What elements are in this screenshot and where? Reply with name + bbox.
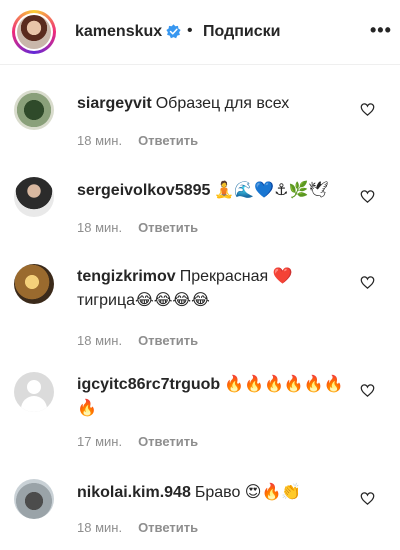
following-button[interactable]: Подписки	[203, 23, 280, 41]
post-header: kamenskux • Подписки •••	[0, 0, 400, 65]
like-heart-icon[interactable]	[360, 383, 375, 398]
comment-meta: 18 мин. Ответить	[77, 133, 198, 148]
separator-dot: •	[187, 22, 193, 39]
comment-time: 17 мин.	[77, 434, 123, 449]
reply-button[interactable]: Ответить	[138, 333, 198, 348]
like-heart-icon[interactable]	[360, 491, 375, 506]
comment-time: 18 мин.	[77, 133, 123, 148]
comment-body: Браво 😍🔥👏	[194, 484, 302, 501]
commenter-username[interactable]: nikolai.kim.948	[77, 484, 191, 501]
reply-button[interactable]: Ответить	[138, 434, 198, 449]
comment-meta: 18 мин. Ответить	[77, 333, 198, 348]
comment-text: siargeyvit Образец для всех	[77, 92, 347, 116]
comment-time: 18 мин.	[77, 520, 123, 535]
comment-time: 18 мин.	[77, 220, 123, 235]
commenter-username[interactable]: siargeyvit	[77, 95, 152, 112]
comment-meta: 17 мин. Ответить	[77, 434, 198, 449]
comment-time: 18 мин.	[77, 333, 123, 348]
like-heart-icon[interactable]	[360, 102, 375, 117]
commenter-username[interactable]: tengizkrimov	[77, 268, 176, 285]
verified-badge-icon	[166, 24, 181, 39]
comment-text: nikolai.kim.948 Браво 😍🔥👏	[77, 481, 347, 505]
commenter-avatar[interactable]	[14, 372, 54, 412]
comment-meta: 18 мин. Ответить	[77, 520, 198, 535]
profile-username[interactable]: kamenskux	[75, 23, 162, 41]
reply-button[interactable]: Ответить	[138, 220, 198, 235]
commenter-username[interactable]: igcyitc86rc7trguob	[77, 376, 220, 393]
comment-body: 🧘🌊💙⚓🌿🕊	[214, 182, 329, 199]
like-heart-icon[interactable]	[360, 275, 375, 290]
comment-text: tengizkrimov Прекрасная ❤️ тигрица😂😂😂😂	[77, 265, 312, 313]
profile-avatar[interactable]	[12, 10, 56, 54]
commenter-avatar[interactable]	[14, 177, 54, 217]
comment-body: Образец для всех	[155, 95, 290, 112]
more-options-icon[interactable]: •••	[370, 20, 392, 41]
reply-button[interactable]: Ответить	[138, 133, 198, 148]
comment-text: sergeivolkov5895 🧘🌊💙⚓🌿🕊	[77, 179, 347, 203]
comment-text: igcyitc86rc7trguob 🔥🔥🔥🔥🔥🔥🔥	[77, 373, 347, 421]
reply-button[interactable]: Ответить	[138, 520, 198, 535]
comment-meta: 18 мин. Ответить	[77, 220, 198, 235]
commenter-avatar[interactable]	[14, 479, 54, 519]
commenter-avatar[interactable]	[14, 90, 54, 130]
like-heart-icon[interactable]	[360, 189, 375, 204]
commenter-avatar[interactable]	[14, 264, 54, 304]
commenter-username[interactable]: sergeivolkov5895	[77, 182, 210, 199]
